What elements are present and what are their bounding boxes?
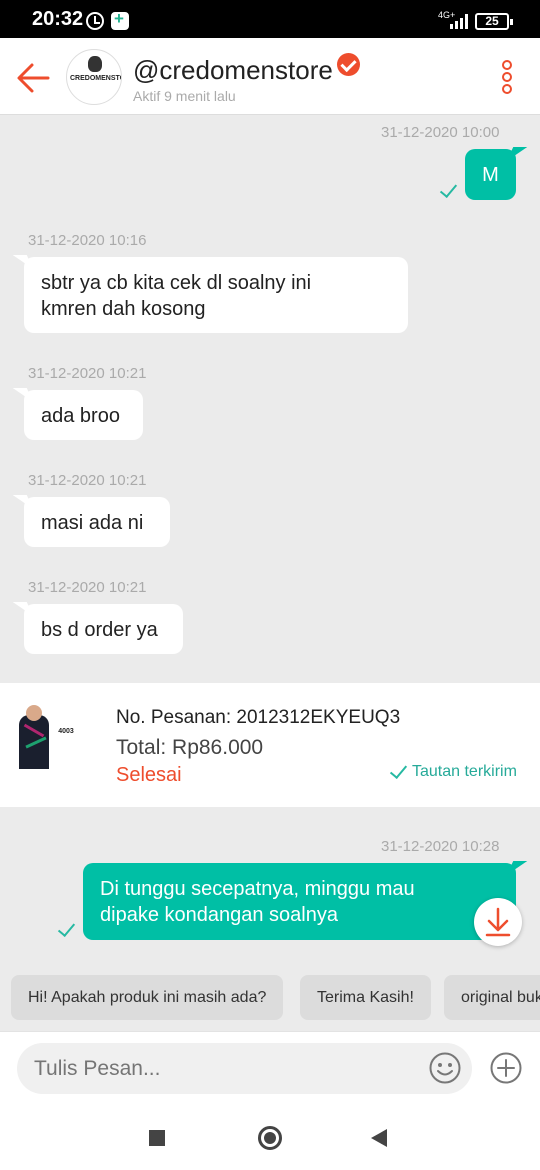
dot-icon: [502, 60, 512, 70]
link-sent-status: Tautan terkirim: [390, 763, 517, 781]
system-nav-bar: [0, 1105, 540, 1170]
app-notification-icon: [111, 9, 129, 30]
order-status: Selesai: [116, 764, 182, 786]
alarm-icon: [86, 12, 104, 30]
message-bubble-incoming[interactable]: bs d order ya: [24, 604, 183, 654]
add-attachment-button[interactable]: [489, 1051, 523, 1085]
check-icon: [390, 764, 408, 778]
product-code: 4003: [58, 728, 74, 735]
quick-reply-chip[interactable]: original bukan?: [444, 975, 540, 1020]
message-text: M: [482, 164, 499, 186]
logo-figure-icon: [88, 56, 102, 72]
sent-check-icon: [440, 183, 458, 197]
message-bubble-outgoing[interactable]: M: [465, 149, 516, 200]
message-text-line: sbtr ya cb kita cek dl soalny ini: [41, 272, 312, 294]
emoji-icon: [429, 1052, 461, 1084]
message-text-line: kmren dah kosong: [41, 298, 206, 320]
shop-name: @credomenstore: [133, 55, 333, 85]
message-bubble-outgoing[interactable]: Di tunggu secepatnya, minggu mau dipake …: [83, 863, 516, 940]
quick-reply-chip[interactable]: Terima Kasih!: [300, 975, 431, 1020]
product-thumbnail: 4003: [19, 703, 81, 769]
message-text: ada broo: [41, 405, 120, 427]
status-bar: 20:32 4G+ 25: [0, 0, 540, 38]
more-options-button[interactable]: [498, 60, 516, 96]
message-timestamp: 31-12-2020 10:21: [28, 472, 147, 489]
message-timestamp: 31-12-2020 10:21: [28, 579, 147, 596]
message-bubble-incoming[interactable]: sbtr ya cb kita cek dl soalny ini kmren …: [24, 257, 408, 333]
recent-apps-button[interactable]: [149, 1130, 165, 1146]
shop-active-status: Aktif 9 menit lalu: [133, 88, 236, 104]
arrow-left-icon: [17, 63, 50, 93]
order-total: Total: Rp86.000: [116, 736, 264, 759]
link-sent-label: Tautan terkirim: [412, 763, 517, 780]
message-bubble-incoming[interactable]: masi ada ni: [24, 497, 170, 547]
quick-replies-bar: Hi! Apakah produk ini masih ada? Terima …: [0, 975, 540, 1021]
message-text: bs d order ya: [41, 619, 158, 641]
emoji-button[interactable]: [428, 1051, 462, 1085]
sent-check-icon: [58, 922, 76, 936]
message-text-line: dipake kondangan soalnya: [100, 904, 338, 926]
message-input[interactable]: [17, 1043, 472, 1094]
back-button[interactable]: [14, 58, 54, 98]
message-bubble-incoming[interactable]: ada broo: [24, 390, 143, 440]
message-text: masi ada ni: [41, 512, 144, 534]
home-button[interactable]: [258, 1126, 282, 1150]
plus-icon: [490, 1052, 522, 1084]
status-time: 20:32: [32, 8, 84, 30]
signal-icon: [450, 13, 468, 29]
order-card[interactable]: 4003 No. Pesanan: 2012312EKYEUQ3 Total: …: [0, 683, 540, 807]
system-back-button[interactable]: [371, 1129, 387, 1147]
order-number: No. Pesanan: 2012312EKYEUQ3: [116, 707, 401, 728]
shop-name-row[interactable]: @credomenstore: [133, 53, 360, 86]
message-input-bar: [0, 1031, 540, 1105]
message-timestamp: 31-12-2020 10:21: [28, 365, 147, 382]
verified-badge-icon: [336, 53, 360, 76]
shop-avatar[interactable]: CREDOMENSTORE: [66, 49, 122, 105]
quick-reply-chip[interactable]: Hi! Apakah produk ini masih ada?: [11, 975, 284, 1020]
dot-icon: [502, 72, 512, 82]
arrow-down-icon: [485, 907, 511, 937]
chat-header: CREDOMENSTORE @credomenstore Aktif 9 men…: [0, 38, 540, 115]
message-timestamp: 31-12-2020 10:16: [28, 232, 147, 249]
message-text-line: Di tunggu secepatnya, minggu mau: [100, 878, 415, 900]
message-timestamp: 31-12-2020 10:00: [381, 124, 500, 141]
battery-icon: 25: [475, 13, 513, 30]
avatar-logo-text: CREDOMENSTORE: [70, 75, 121, 82]
dot-icon: [502, 84, 512, 94]
message-timestamp: 31-12-2020 10:28: [381, 838, 500, 855]
scroll-to-bottom-button[interactable]: [474, 898, 522, 946]
product-model-face: [26, 705, 42, 721]
